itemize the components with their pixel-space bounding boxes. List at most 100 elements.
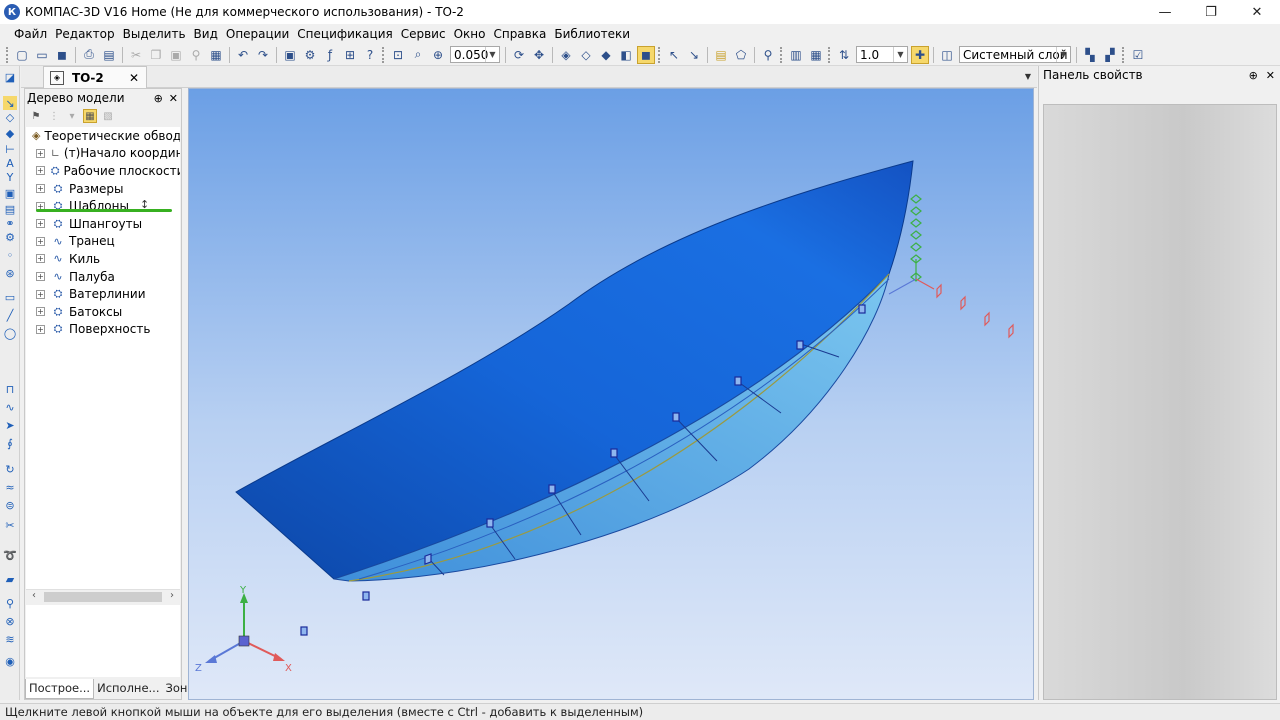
fill-tool-icon[interactable]: ◉ [3, 654, 17, 668]
tree-view-mode-icon[interactable]: ▦ [83, 109, 97, 123]
menu-operations[interactable]: Операции [222, 27, 293, 41]
zoom-select[interactable]: 0.050 ▼ [450, 46, 500, 63]
tree-item-surface[interactable]: + ⛭ Поверхность [26, 321, 180, 339]
tree-item-dimensions[interactable]: + ⛭ Размеры [26, 180, 180, 198]
tree-item-keel[interactable]: + ∿ Киль [26, 250, 180, 268]
save-icon[interactable]: ◼ [53, 46, 71, 64]
paste-icon[interactable]: ▣ [167, 46, 185, 64]
layer-select[interactable]: Системный слой ▼ [959, 46, 1071, 63]
auxiliary-geometry-tool-icon[interactable]: ▣ [3, 186, 17, 200]
sketch-icon[interactable]: ▤ [712, 46, 730, 64]
step-select[interactable]: 1.0 ▼ [856, 46, 908, 63]
menu-window[interactable]: Окно [450, 27, 490, 41]
tab-construction[interactable]: Построе... [25, 679, 95, 699]
tree-root[interactable]: ◈ Теоретические обводь [26, 127, 180, 145]
select-tool-icon[interactable]: ↘ [3, 96, 17, 110]
close-button[interactable]: ✕ [1234, 0, 1280, 24]
undo-icon[interactable]: ↶ [234, 46, 252, 64]
filter-tool-icon[interactable]: ⚙ [3, 230, 17, 244]
help-pointer-icon[interactable]: ? [361, 46, 379, 64]
print-preview-icon[interactable]: ▤ [100, 46, 118, 64]
manager-icon[interactable]: ▣ [281, 46, 299, 64]
offset-tool-icon[interactable]: ⊜ [3, 498, 17, 512]
measure-icon[interactable]: ⊞ [341, 46, 359, 64]
ortho-mode-icon[interactable]: ✚ [911, 45, 929, 64]
expand-icon[interactable]: + [36, 307, 45, 317]
patch-tool-icon[interactable]: ▰ [3, 572, 17, 586]
cut-icon[interactable]: ✂ [127, 46, 145, 64]
new-document-icon[interactable]: ▢ [13, 46, 31, 64]
surfaces-tool-icon[interactable]: ◆ [3, 126, 17, 140]
dropdown-icon[interactable]: ▾ [65, 109, 79, 123]
hidden-lines-icon[interactable]: ◆ [597, 46, 615, 64]
tree-structure-icon[interactable]: ⚑ [29, 109, 43, 123]
edit-part-icon[interactable]: ⬠ [732, 46, 750, 64]
checklist-icon[interactable]: ☑ [1129, 46, 1147, 64]
print-icon[interactable]: ⎙ [80, 46, 98, 64]
selection-filter-icon[interactable]: ▦ [807, 46, 825, 64]
stitch-tool-icon[interactable]: ≋ [3, 632, 17, 646]
open-folder-icon[interactable]: ▭ [33, 46, 51, 64]
menu-select[interactable]: Выделить [119, 27, 190, 41]
close-panel-icon[interactable]: ✕ [169, 92, 178, 105]
dimensions-tool-icon[interactable]: ⊢ [3, 142, 17, 156]
snap-icon[interactable]: ⚲ [759, 46, 777, 64]
toolbar-grip[interactable] [1122, 46, 1126, 63]
redo-icon[interactable]: ↷ [254, 46, 272, 64]
toolbar-grip[interactable] [658, 46, 662, 63]
join-tool-icon[interactable]: ⚲ [3, 596, 17, 610]
tree-item-templates[interactable]: + ⛭ Шаблоны ↕ [26, 197, 180, 215]
chevron-down-icon[interactable]: ▼ [1056, 47, 1070, 62]
menu-service[interactable]: Сервис [397, 27, 450, 41]
copy-icon[interactable]: ❐ [147, 46, 165, 64]
select-mode-icon[interactable]: ↖ [665, 46, 683, 64]
expand-icon[interactable]: + [36, 289, 45, 299]
expand-icon[interactable]: + [36, 219, 45, 229]
tree-item-frames[interactable]: + ⛭ Шпангоуты [26, 215, 180, 233]
tree-item-work-planes[interactable]: + ⛭ Рабочие плоскости [26, 162, 180, 180]
expand-icon[interactable]: + [36, 236, 45, 246]
expand-icon[interactable]: + [36, 272, 45, 282]
tree-item-buttocks[interactable]: + ⛭ Батоксы [26, 303, 180, 321]
menu-libraries[interactable]: Библиотеки [550, 27, 634, 41]
properties-icon[interactable]: ▦ [207, 46, 225, 64]
format-painter-icon[interactable]: ⚲ [187, 46, 205, 64]
sheet-tool-icon[interactable]: ▭ [3, 290, 17, 304]
expand-icon[interactable]: + [36, 254, 45, 264]
pin-icon[interactable]: ⊕ [1249, 69, 1258, 82]
tree-horizontal-scrollbar[interactable]: ‹ › [26, 589, 180, 603]
layers-icon[interactable]: ◫ [938, 46, 956, 64]
tree-item-deck[interactable]: + ∿ Палуба [26, 268, 180, 286]
chevron-down-icon[interactable]: ▼ [893, 47, 907, 62]
filter-icon[interactable]: ↘ [685, 46, 703, 64]
pan-icon[interactable]: ✥ [530, 46, 548, 64]
menu-file[interactable]: Файл [4, 27, 51, 41]
curves-tool-icon[interactable]: ◇ [3, 110, 17, 124]
tree-order-icon[interactable]: ⋮ [47, 109, 61, 123]
line-tool-icon[interactable]: ╱ [3, 308, 17, 322]
toolbar-grip[interactable] [382, 46, 386, 63]
expand-icon[interactable]: + [36, 324, 45, 334]
tree-item-origin[interactable]: + ∟ (т)Начало координа [26, 145, 180, 163]
layer-properties-icon[interactable]: ▞ [1101, 46, 1119, 64]
close-tab-icon[interactable]: ✕ [129, 71, 139, 85]
spiral-tool-icon[interactable]: ⊛ [3, 266, 17, 280]
tab-executions[interactable]: Исполне... [94, 679, 162, 699]
tree-item-waterlines[interactable]: + ⛭ Ватерлинии [26, 285, 180, 303]
tree-item-transom[interactable]: + ∿ Транец [26, 233, 180, 251]
scroll-left-icon[interactable]: ‹ [32, 590, 36, 601]
toolbar-grip[interactable] [828, 46, 832, 63]
scroll-right-icon[interactable]: › [170, 590, 174, 601]
scrollbar-thumb[interactable] [44, 592, 162, 602]
halftone-icon[interactable]: ◧ [617, 46, 635, 64]
close-panel-icon[interactable]: ✕ [1266, 69, 1275, 82]
wave-tool-icon[interactable]: ≈ [3, 480, 17, 494]
point-tool-icon[interactable]: ◦ [3, 248, 17, 262]
menu-edit[interactable]: Редактор [51, 27, 118, 41]
rectangle-tool-icon[interactable]: ⊓ [3, 382, 17, 396]
library-manager-icon[interactable]: ⚙ [301, 46, 319, 64]
maximize-button[interactable]: ❐ [1188, 0, 1234, 24]
refresh-icon[interactable]: ⟳ [510, 46, 528, 64]
helix-tool-icon[interactable]: ∮ [3, 436, 17, 450]
sketch-tool-icon[interactable]: ◪ [3, 70, 17, 84]
